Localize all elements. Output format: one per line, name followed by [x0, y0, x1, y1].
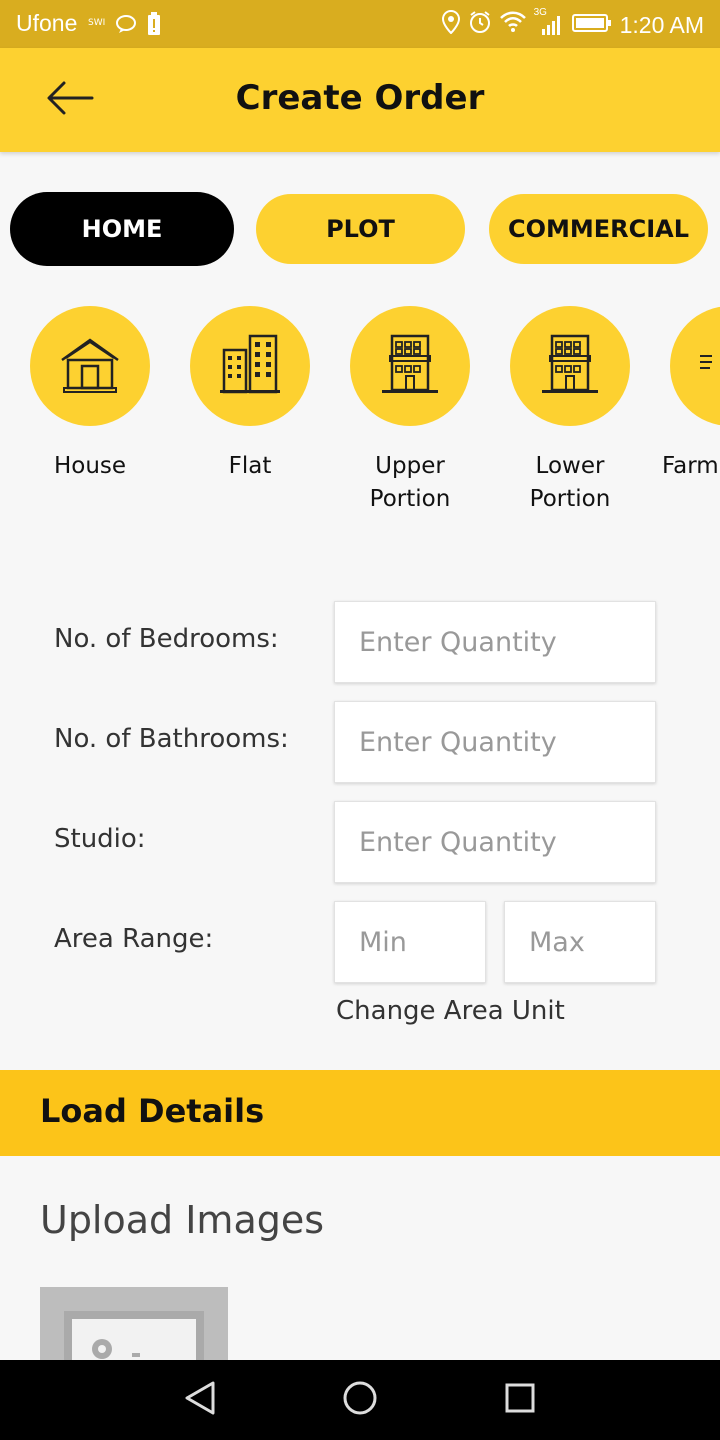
type-farm[interactable]: Farm — [655, 306, 720, 526]
house-circle — [30, 306, 150, 426]
change-area-unit-link[interactable]: Change Area Unit — [336, 996, 565, 1026]
load-details-title: Load Details — [40, 1092, 265, 1130]
nav-recents-button[interactable] — [500, 1380, 540, 1420]
page-title: Create Order — [235, 78, 485, 118]
area-max-input[interactable]: Max — [504, 901, 656, 983]
bedrooms-input[interactable]: Enter Quantity — [334, 601, 656, 683]
system-nav-bar — [0, 1360, 720, 1440]
battery-icon — [571, 12, 612, 39]
studio-input[interactable]: Enter Quantity — [334, 801, 656, 883]
flat-icon — [218, 332, 282, 400]
type-house[interactable]: House — [30, 306, 150, 483]
farm-icon — [698, 352, 718, 384]
bedrooms-label: No. of Bedrooms: — [54, 624, 279, 654]
tab-commercial[interactable]: COMMERCIAL — [489, 194, 708, 264]
type-house-label: House — [53, 453, 127, 479]
bathrooms-input[interactable]: Enter Quantity — [334, 701, 656, 783]
upload-images-title: Upload Images — [40, 1198, 325, 1242]
type-lower-portion[interactable]: Lower Portion — [510, 306, 630, 516]
chat-icon — [115, 13, 137, 41]
nav-back-button[interactable] — [180, 1380, 220, 1420]
status-bar: Ufone SWI 3G 1:20 AM — [0, 0, 720, 48]
nav-home-button[interactable] — [340, 1380, 380, 1420]
studio-label: Studio: — [54, 824, 146, 854]
battery-alert-icon — [147, 12, 161, 42]
bathrooms-label: No. of Bathrooms: — [54, 724, 289, 754]
type-upper-portion-label: Upper Portion — [369, 453, 451, 512]
area-min-input[interactable]: Min — [334, 901, 486, 983]
type-flat[interactable]: Flat — [190, 306, 310, 483]
carrier-small-label: SWI — [88, 18, 106, 28]
building-icon — [538, 332, 602, 400]
recents-square-icon — [504, 1382, 536, 1418]
lower-portion-circle — [510, 306, 630, 426]
back-triangle-icon — [183, 1380, 217, 1420]
location-icon — [441, 9, 460, 40]
alarm-icon — [468, 10, 492, 40]
load-details-banner: Load Details — [0, 1070, 720, 1156]
flat-circle — [190, 306, 310, 426]
building-icon — [378, 332, 442, 400]
type-lower-portion-label: Lower Portion — [529, 453, 611, 512]
status-left-icons: SWI — [88, 12, 161, 42]
upper-portion-circle — [350, 306, 470, 426]
farm-circle — [670, 306, 720, 426]
house-icon — [58, 332, 122, 400]
create-order-screen: Ufone SWI 3G 1:20 AM Create Order HOME P… — [0, 0, 720, 1440]
area-range-label: Area Range: — [54, 924, 214, 954]
carrier-name: Ufone — [16, 10, 78, 36]
tab-home[interactable]: HOME — [10, 192, 234, 266]
app-bar: Create Order — [0, 48, 720, 152]
tab-plot[interactable]: PLOT — [256, 194, 465, 264]
type-flat-label: Flat — [228, 453, 272, 479]
signal-icon: 3G — [534, 7, 564, 37]
status-right: 3G 1:20 AM — [441, 7, 704, 40]
home-circle-icon — [342, 1380, 378, 1420]
status-time: 1:20 AM — [619, 11, 704, 38]
wifi-icon — [499, 11, 526, 39]
type-farm-label: Farm — [662, 453, 719, 479]
type-upper-portion[interactable]: Upper Portion — [350, 306, 470, 516]
